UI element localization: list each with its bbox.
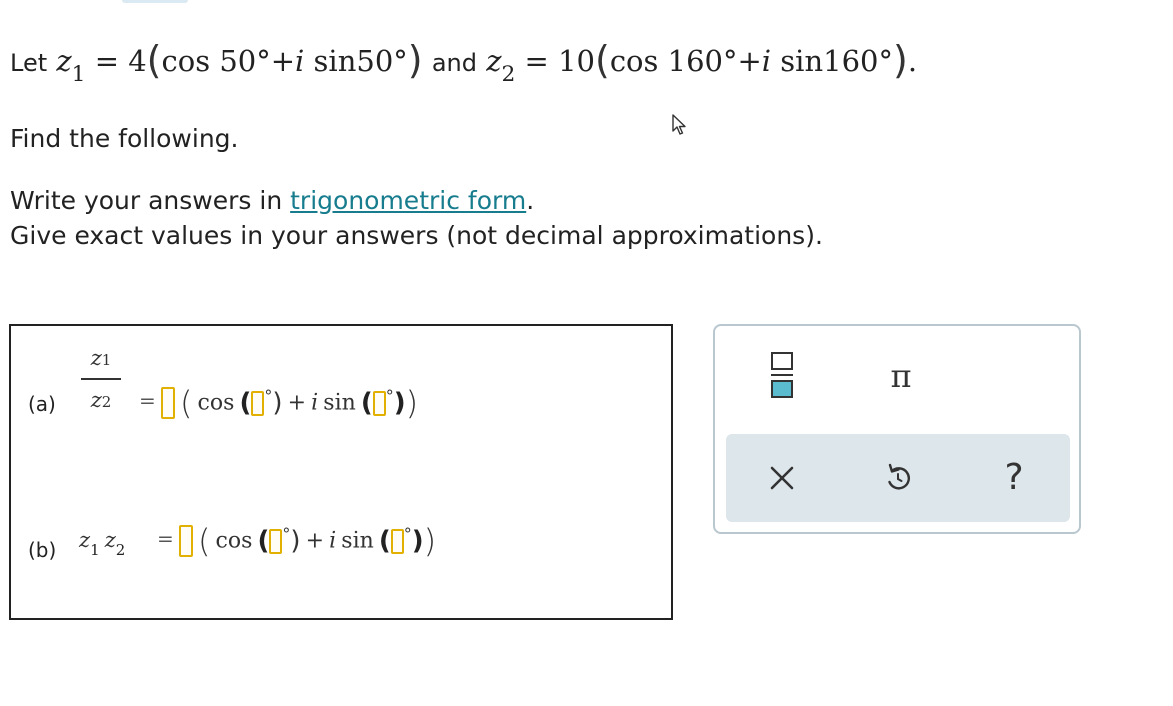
- math-tool-palette: π ?: [713, 324, 1081, 534]
- part-a-label: (a): [28, 392, 56, 416]
- part-a-cos-angle-input[interactable]: [251, 390, 265, 416]
- part-b-sin-angle-input[interactable]: [390, 528, 404, 554]
- z1-over-z2-fraction: z1 z2: [81, 346, 121, 412]
- z1-z2-product: z1 z2: [79, 528, 126, 559]
- cursor-icon: [672, 114, 686, 135]
- part-a-modulus-input[interactable]: [160, 387, 175, 419]
- clear-icon[interactable]: [762, 458, 802, 498]
- write-instruction: Write your answers in trigonometric form…: [10, 186, 535, 215]
- undo-icon[interactable]: [878, 458, 918, 498]
- top-tab-indicator: [122, 0, 188, 3]
- part-b-modulus-input[interactable]: [178, 525, 193, 557]
- answer-area: (a) z1 z2 = ( cos (°) + i sin (°)) (b) z…: [9, 324, 673, 620]
- part-a-expression: = ( cos (°) + i sin (°)): [139, 384, 419, 422]
- part-b-label: (b): [28, 538, 57, 562]
- part-b-expression: = ( cos (°) + i sin (°)): [157, 522, 437, 560]
- fraction-icon[interactable]: [771, 352, 793, 408]
- part-a-sin-angle-input[interactable]: [372, 390, 386, 416]
- pi-button[interactable]: π: [881, 356, 921, 396]
- find-instruction: Find the following.: [10, 124, 239, 153]
- help-icon[interactable]: ?: [994, 458, 1034, 498]
- part-b-cos-angle-input[interactable]: [269, 528, 283, 554]
- action-strip: ?: [726, 434, 1070, 522]
- exact-values-instruction: Give exact values in your answers (not d…: [10, 221, 823, 250]
- problem-statement: Let z1 = 4(cos 50°+i sin50°) and z2 = 10…: [10, 38, 918, 87]
- trigonometric-form-link[interactable]: trigonometric form: [290, 186, 526, 215]
